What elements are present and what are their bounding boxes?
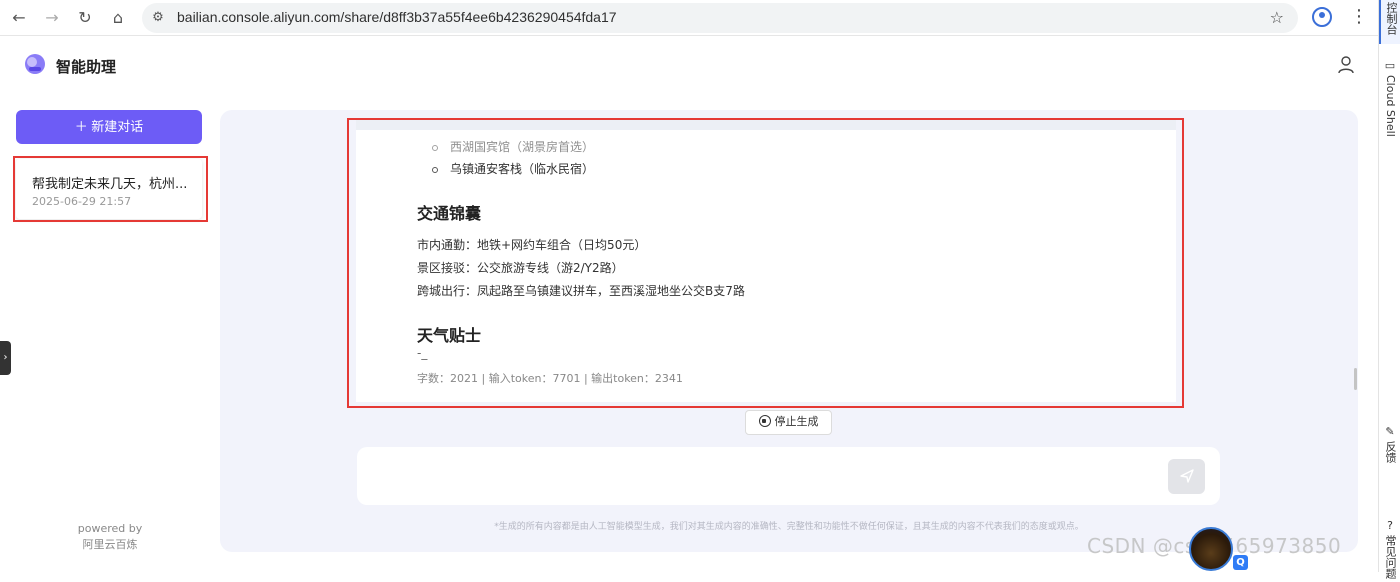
- assistant-logo-icon: [25, 54, 45, 74]
- browser-toolbar: ← → ↻ ⌂ ⚙ bailian.console.aliyun.com/sha…: [0, 0, 1378, 36]
- site-settings-icon[interactable]: ⚙: [150, 10, 166, 26]
- stop-generation-button[interactable]: 停止生成: [745, 410, 832, 435]
- question-icon: ?: [1387, 519, 1393, 532]
- pencil-icon: ✎: [1385, 425, 1395, 438]
- chat-sidebar: ＋ 新建对话 帮我制定未来几天，杭州... 2025-06-29 21:57 ›…: [0, 93, 220, 572]
- stop-icon: [758, 415, 771, 427]
- console-tab[interactable]: 控制台: [1379, 0, 1400, 44]
- highlight-box-response: [347, 118, 1184, 408]
- cloud-shell-tab[interactable]: ▭ Cloud Shell: [1379, 60, 1400, 140]
- powered-by: powered by 阿里云百炼: [0, 521, 220, 553]
- url-text[interactable]: bailian.console.aliyun.com/share/d8ff3b3…: [177, 9, 617, 25]
- back-arrow-icon[interactable]: ←: [8, 7, 30, 29]
- faq-tab[interactable]: ? 常见问题: [1379, 519, 1400, 580]
- faq-label: 常见问题: [1384, 535, 1397, 579]
- address-bar[interactable]: ⚙ bailian.console.aliyun.com/share/d8ff3…: [142, 3, 1298, 33]
- feedback-label: 反馈: [1384, 441, 1397, 463]
- cloud-shell-label: Cloud Shell: [1384, 75, 1397, 137]
- user-icon[interactable]: [1338, 56, 1354, 74]
- send-button[interactable]: [1168, 459, 1205, 494]
- new-chat-button[interactable]: ＋ 新建对话: [16, 110, 202, 144]
- terminal-icon: ▭: [1384, 59, 1396, 72]
- send-icon: [1179, 469, 1194, 483]
- powered-by-label: powered by: [77, 522, 143, 535]
- app-title: 智能助理: [56, 58, 117, 76]
- bookmark-star-icon[interactable]: ☆: [1270, 8, 1284, 27]
- highlight-box-chat: [13, 156, 208, 222]
- scrollbar-thumb[interactable]: [1354, 368, 1357, 390]
- powered-by-name: 阿里云百炼: [82, 538, 138, 551]
- forward-arrow-icon[interactable]: →: [41, 7, 63, 29]
- q-badge-icon[interactable]: Q: [1233, 555, 1248, 570]
- floating-avatar[interactable]: [1189, 527, 1233, 571]
- app-header: 智能助理: [0, 37, 1378, 93]
- home-icon[interactable]: ⌂: [107, 7, 129, 29]
- ai-disclaimer: *生成的所有内容都是由人工智能模型生成，我们对其生成内容的准确性、完整性和功能性…: [494, 522, 1084, 532]
- reload-icon[interactable]: ↻: [74, 7, 96, 29]
- right-tool-rail: 控制台 ▭ Cloud Shell ✎ 反馈 ? 常见问题: [1378, 0, 1400, 580]
- stop-label: 停止生成: [774, 416, 819, 428]
- profile-icon[interactable]: [1312, 7, 1332, 27]
- console-label: 控制台: [1385, 2, 1398, 35]
- feedback-tab[interactable]: ✎ 反馈: [1379, 426, 1400, 474]
- browser-menu-icon[interactable]: ⋮: [1350, 6, 1368, 28]
- message-input[interactable]: [357, 447, 1220, 505]
- collapse-sidebar-handle[interactable]: ›: [0, 341, 11, 375]
